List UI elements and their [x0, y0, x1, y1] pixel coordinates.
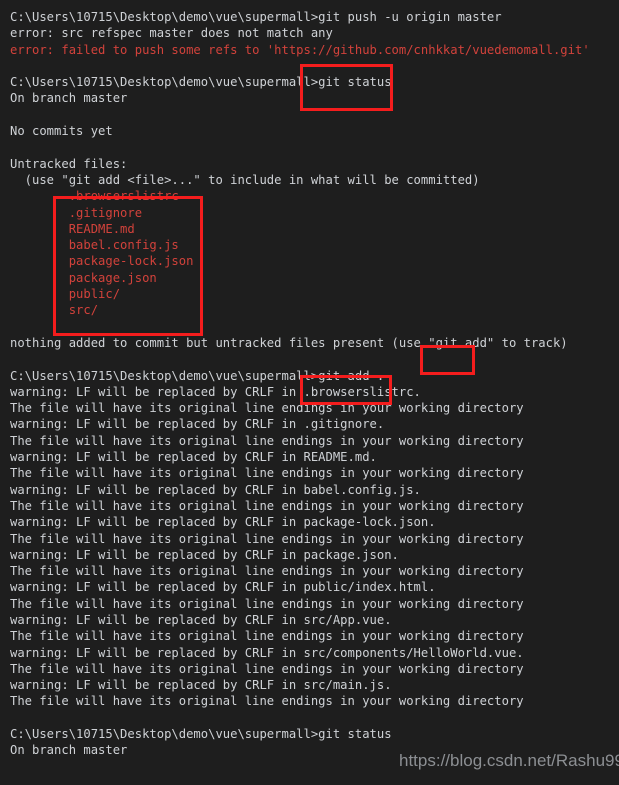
terminal-line: package-lock.json: [10, 254, 194, 269]
terminal-line: C:\Users\10715\Desktop\demo\vue\supermal…: [10, 727, 392, 742]
terminal-line: package.json: [10, 270, 157, 285]
terminal-line: README.md: [10, 221, 135, 236]
terminal-line: The file will have its original line end…: [10, 433, 524, 448]
terminal-line: warning: LF will be replaced by CRLF in …: [10, 612, 392, 627]
terminal-window[interactable]: C:\Users\10715\Desktop\demo\vue\supermal…: [0, 0, 619, 785]
terminal-line: C:\Users\10715\Desktop\demo\vue\supermal…: [10, 10, 502, 24]
terminal-line: On branch master: [10, 91, 128, 106]
terminal-line: warning: LF will be replaced by CRLF in …: [10, 450, 377, 465]
terminal-line: warning: LF will be replaced by CRLF in …: [10, 678, 392, 693]
terminal-line: nothing added to commit but untracked fi…: [10, 335, 568, 350]
terminal-line: The file will have its original line end…: [10, 466, 524, 481]
terminal-line: warning: LF will be replaced by CRLF in …: [10, 645, 524, 660]
terminal-line: warning: LF will be replaced by CRLF in …: [10, 384, 421, 399]
terminal-line: warning: LF will be replaced by CRLF in …: [10, 580, 436, 595]
terminal-line: The file will have its original line end…: [10, 498, 524, 513]
terminal-line: .browserslistrc: [10, 189, 179, 204]
terminal-output: C:\Users\10715\Desktop\demo\vue\supermal…: [10, 9, 619, 759]
terminal-line: error: failed to push some refs to 'http…: [10, 42, 590, 57]
terminal-line: The file will have its original line end…: [10, 596, 524, 611]
terminal-line: warning: LF will be replaced by CRLF in …: [10, 417, 385, 432]
terminal-line: warning: LF will be replaced by CRLF in …: [10, 482, 421, 497]
terminal-line: The file will have its original line end…: [10, 531, 524, 546]
watermark-url: https://blog.csdn.net/Rashu99: [399, 751, 619, 770]
terminal-line: public/: [10, 287, 121, 302]
terminal-line: The file will have its original line end…: [10, 401, 524, 416]
terminal-line: The file will have its original line end…: [10, 694, 524, 709]
terminal-line: warning: LF will be replaced by CRLF in …: [10, 547, 399, 562]
terminal-line: The file will have its original line end…: [10, 661, 524, 676]
terminal-line: (use "git add <file>..." to include in w…: [10, 172, 480, 187]
terminal-line: C:\Users\10715\Desktop\demo\vue\supermal…: [10, 75, 392, 90]
terminal-line: warning: LF will be replaced by CRLF in …: [10, 515, 436, 530]
terminal-line: src/: [10, 303, 99, 318]
terminal-line: babel.config.js: [10, 238, 179, 253]
terminal-line: error: src refspec master does not match…: [10, 26, 333, 41]
terminal-line: C:\Users\10715\Desktop\demo\vue\supermal…: [10, 368, 385, 383]
terminal-line: .gitignore: [10, 205, 143, 220]
terminal-line: No commits yet: [10, 124, 113, 139]
terminal-line: The file will have its original line end…: [10, 564, 524, 579]
terminal-line: Untracked files:: [10, 156, 128, 171]
terminal-line: The file will have its original line end…: [10, 629, 524, 644]
